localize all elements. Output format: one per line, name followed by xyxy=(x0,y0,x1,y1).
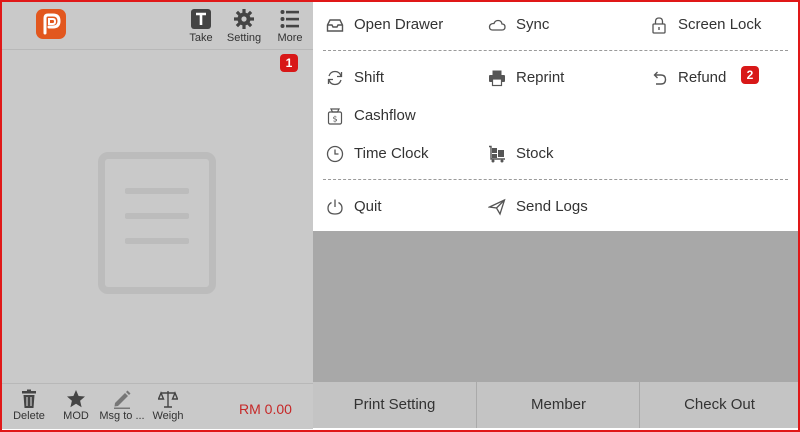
highlight-frame xyxy=(0,0,800,432)
